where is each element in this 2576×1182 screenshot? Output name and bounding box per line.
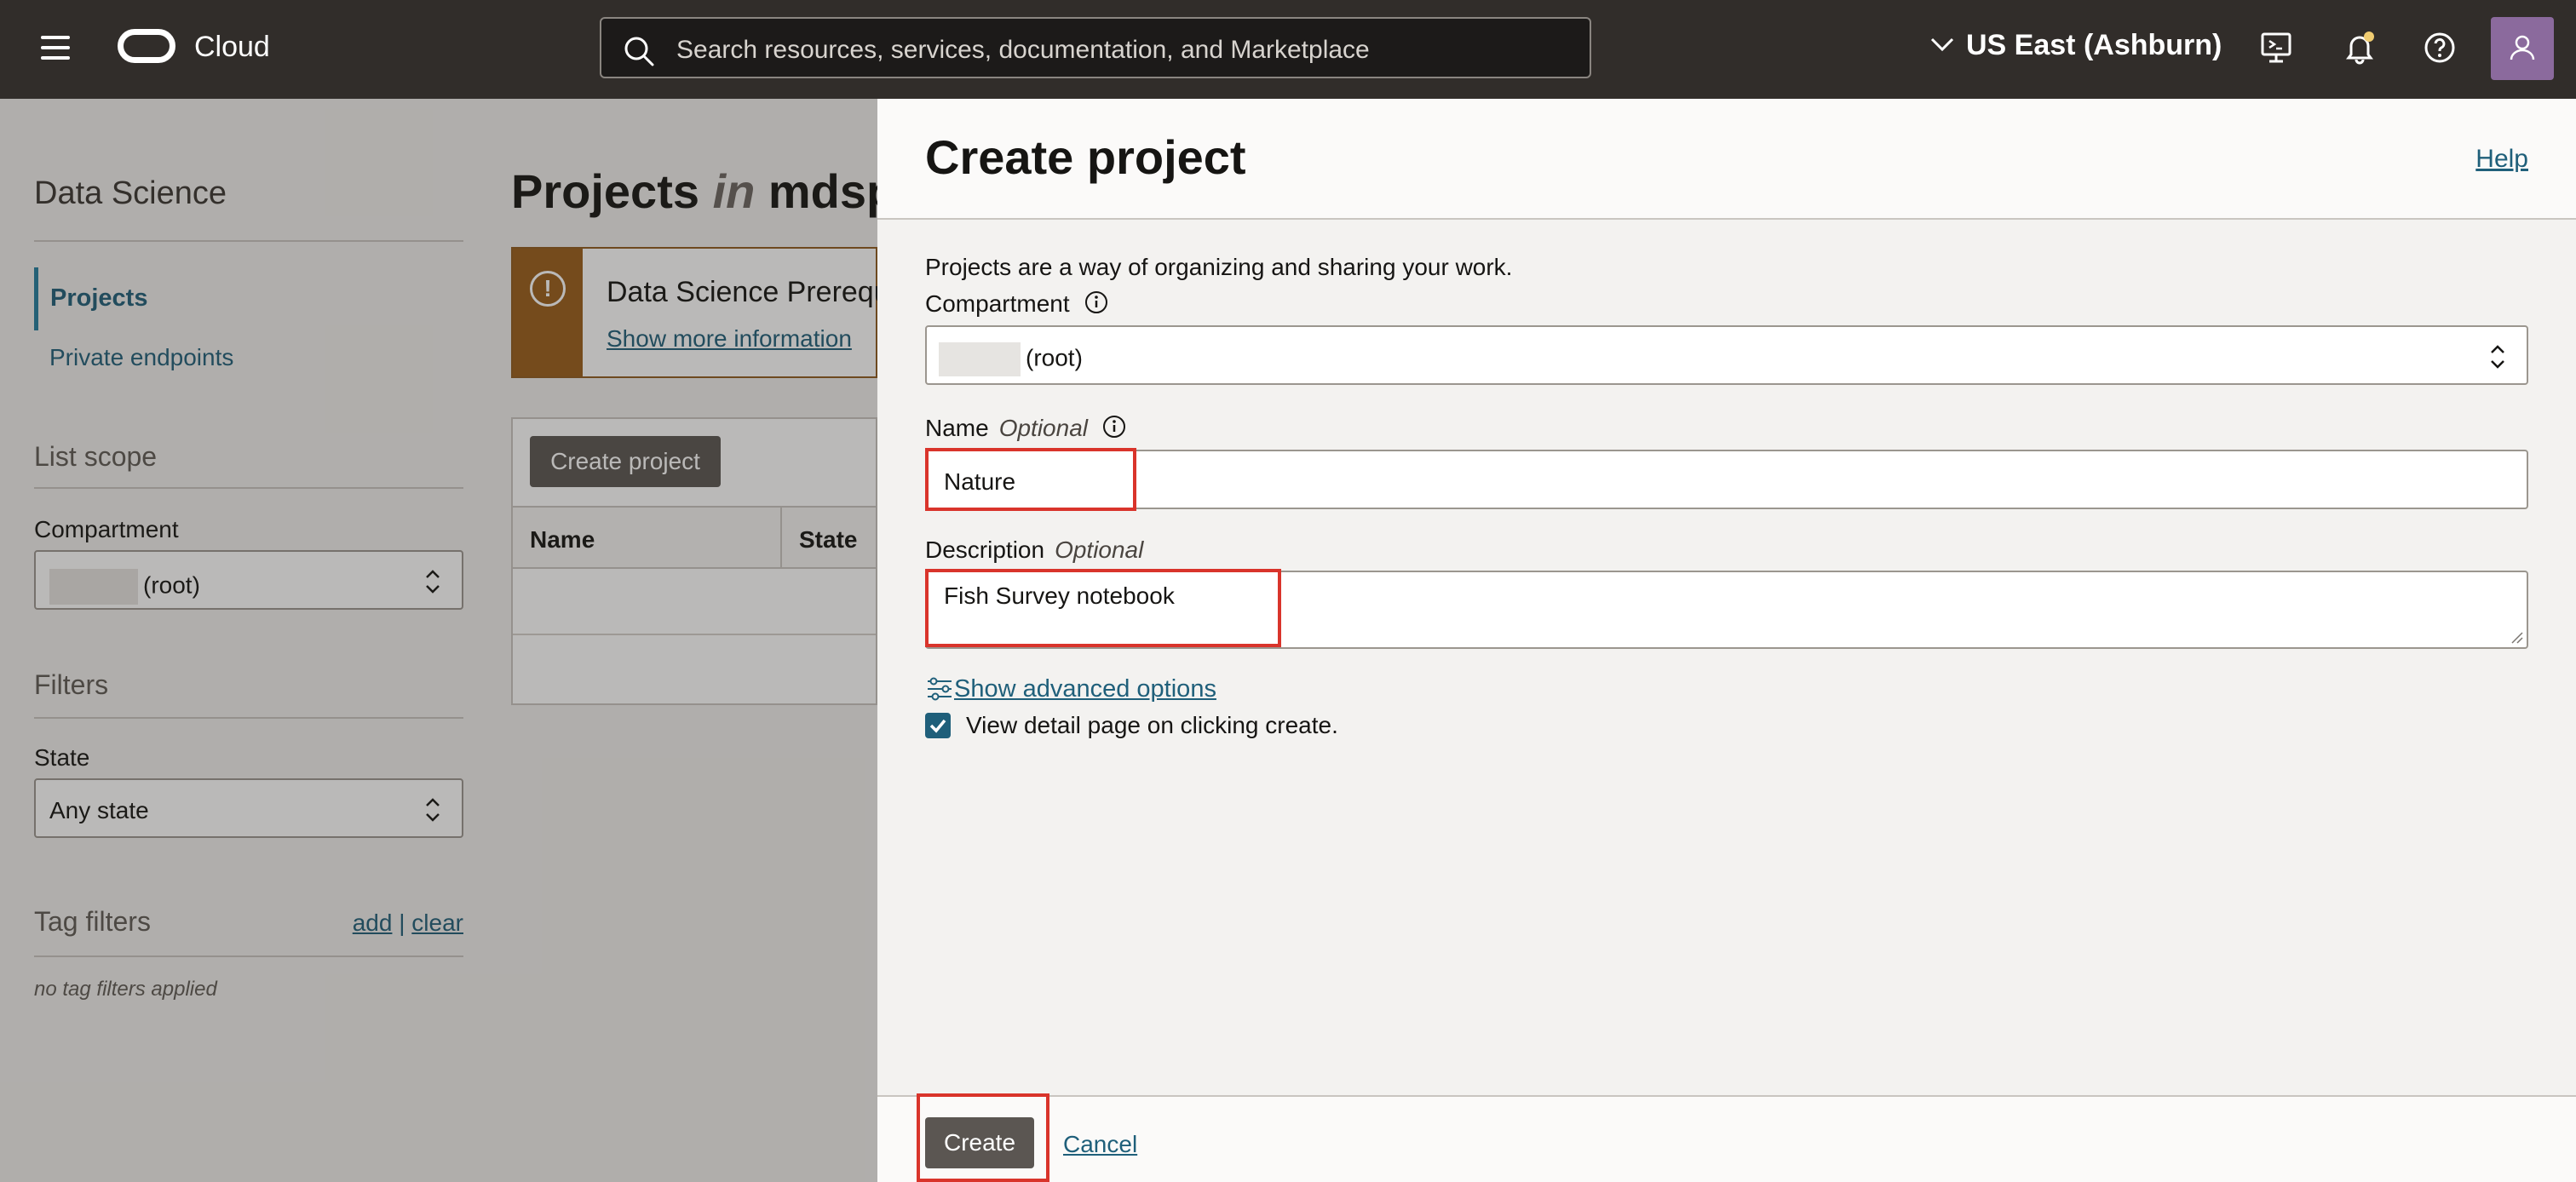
create-project-panel: Create project Help Projects are a way o… xyxy=(877,99,2576,1182)
search-placeholder: Search resources, services, documentatio… xyxy=(676,36,1370,64)
compartment-select[interactable]: (root) xyxy=(925,325,2528,385)
region-label: US East (Ashburn) xyxy=(1966,29,2222,61)
redacted-compartment-name xyxy=(939,342,1021,376)
cloud-shell-icon[interactable] xyxy=(2257,29,2295,66)
help-link[interactable]: Help xyxy=(2475,145,2528,174)
compartment-value: (root) xyxy=(1026,344,1083,371)
view-detail-page-checkbox[interactable] xyxy=(925,713,951,738)
show-advanced-options-link[interactable]: Show advanced options xyxy=(954,675,1216,703)
global-search-input[interactable]: Search resources, services, documentatio… xyxy=(600,17,1591,78)
sliders-icon xyxy=(928,677,952,701)
region-selector[interactable]: US East (Ashburn) xyxy=(1929,29,2222,66)
description-field-label: Description Optional xyxy=(925,536,1144,563)
select-arrows-icon xyxy=(2491,345,2504,369)
compartment-field-label: Compartment xyxy=(925,290,1109,318)
highlight-box-create xyxy=(917,1093,1049,1182)
advanced-options-row[interactable]: Show advanced options xyxy=(925,674,1216,705)
oracle-logo-icon[interactable] xyxy=(118,29,175,63)
modal-overlay[interactable] xyxy=(0,99,877,1182)
info-icon[interactable] xyxy=(1084,290,1109,315)
checkbox-label: View detail page on clicking create. xyxy=(966,712,1338,738)
user-profile-icon xyxy=(2510,35,2535,60)
view-detail-page-checkbox-row[interactable]: View detail page on clicking create. xyxy=(925,712,1338,743)
brand-name[interactable]: Cloud xyxy=(194,31,270,64)
name-field-label: Name Optional xyxy=(925,414,1127,442)
notifications-bell-icon[interactable] xyxy=(2341,29,2378,66)
chevron-down-icon xyxy=(1930,37,1954,52)
panel-title: Create project xyxy=(925,130,1246,184)
panel-header: Create project Help xyxy=(877,99,2576,220)
highlight-box-name xyxy=(925,448,1136,511)
top-navigation-bar: Cloud Search resources, services, docume… xyxy=(0,0,2576,99)
panel-footer: Create Cancel xyxy=(877,1095,2576,1182)
help-icon[interactable] xyxy=(2421,29,2458,66)
user-avatar[interactable] xyxy=(2491,17,2554,80)
checkmark-icon xyxy=(929,719,946,733)
name-input[interactable]: Nature xyxy=(925,450,2528,509)
info-icon[interactable] xyxy=(1101,414,1127,439)
search-icon xyxy=(624,37,654,66)
panel-intro-text: Projects are a way of organizing and sha… xyxy=(925,254,1513,280)
cancel-link[interactable]: Cancel xyxy=(1063,1131,1137,1158)
resize-handle-icon[interactable] xyxy=(2510,630,2523,644)
highlight-box-description xyxy=(925,569,1281,647)
hamburger-menu-icon[interactable] xyxy=(39,34,75,63)
